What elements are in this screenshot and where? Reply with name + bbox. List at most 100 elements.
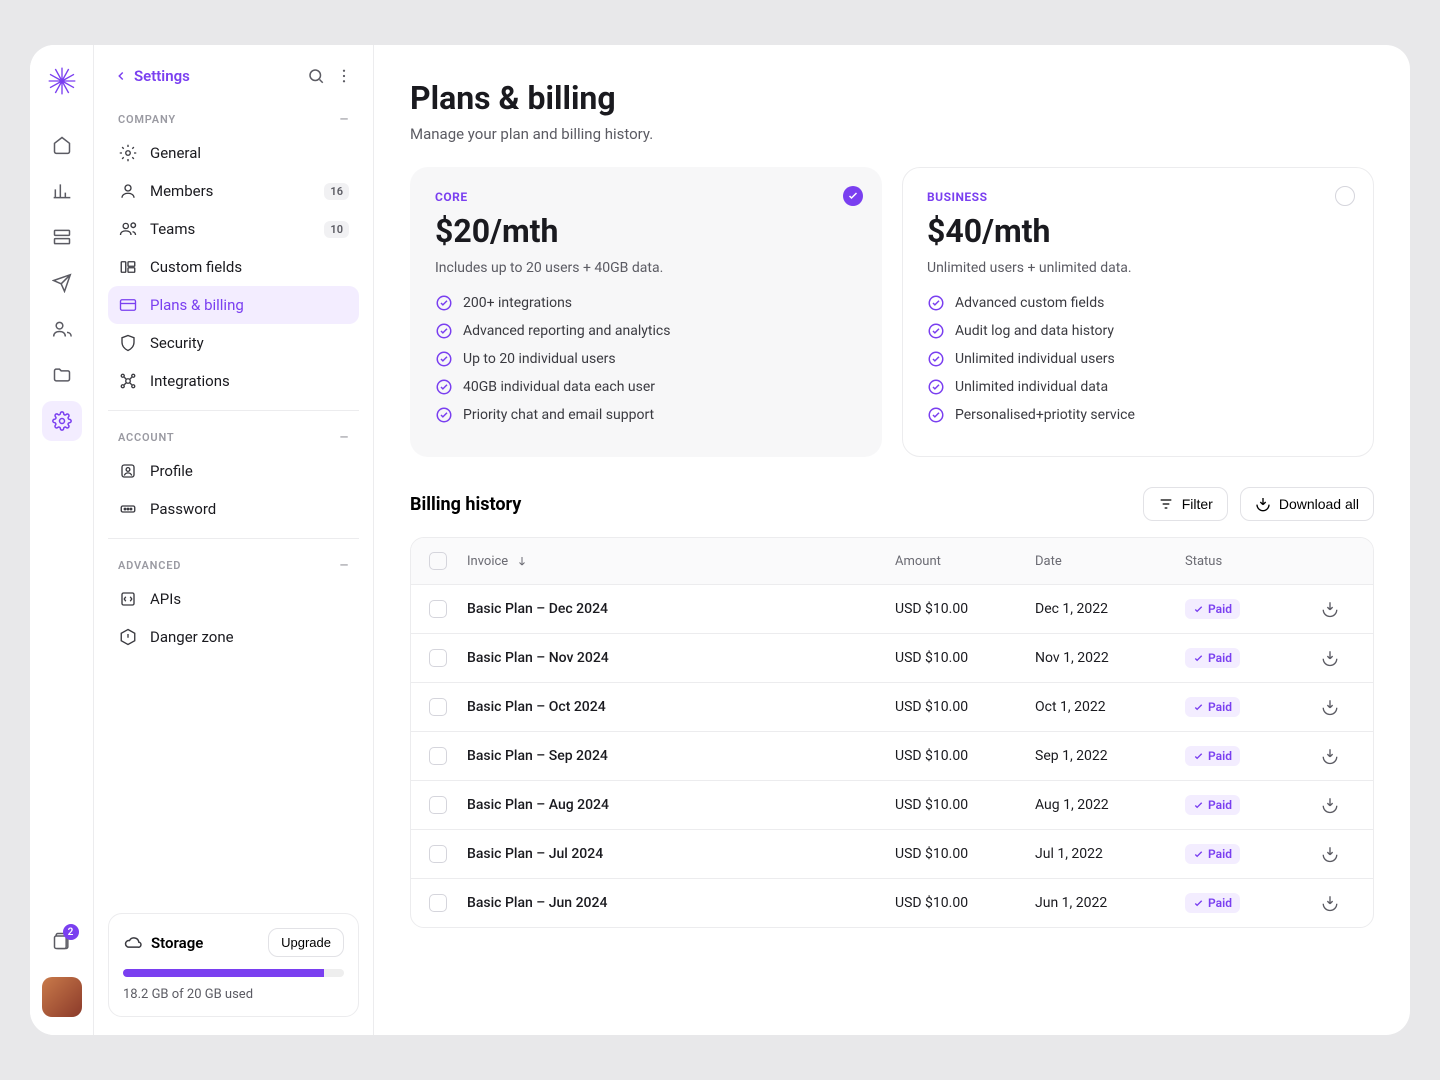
fields-icon <box>118 257 138 277</box>
invoice-name: Basic Plan – Jul 2024 <box>467 846 895 862</box>
select-all-checkbox[interactable] <box>429 552 447 570</box>
invoice-date: Sep 1, 2022 <box>1035 748 1185 764</box>
page-title: Plans & billing <box>410 79 1374 117</box>
table-row: Basic Plan – Jun 2024USD $10.00Jun 1, 20… <box>411 879 1373 927</box>
invoice-date: Oct 1, 2022 <box>1035 699 1185 715</box>
nav-plans-billing[interactable]: Plans & billing <box>108 286 359 324</box>
section-advanced[interactable]: ADVANCED — <box>108 549 359 580</box>
search-icon[interactable] <box>307 67 325 85</box>
status-badge: Paid <box>1185 844 1240 864</box>
nav-general[interactable]: General <box>108 134 359 172</box>
status-badge: Paid <box>1185 648 1240 668</box>
status-badge: Paid <box>1185 599 1240 619</box>
invoice-name: Basic Plan – Sep 2024 <box>467 748 895 764</box>
rail-home[interactable] <box>42 125 82 165</box>
rail-settings[interactable] <box>42 401 82 441</box>
plan-feature: Unlimited individual users <box>927 350 1349 368</box>
check-circle-icon <box>435 378 453 396</box>
collapse-icon: — <box>340 431 349 444</box>
download-row-icon[interactable] <box>1321 796 1339 814</box>
nav-integrations[interactable]: Integrations <box>108 362 359 400</box>
rail-users[interactable] <box>42 309 82 349</box>
row-checkbox[interactable] <box>429 747 447 765</box>
invoice-name: Basic Plan – Nov 2024 <box>467 650 895 666</box>
invoice-amount: USD $10.00 <box>895 650 1035 666</box>
download-all-button[interactable]: Download all <box>1240 487 1374 521</box>
plan-feature: Personalised+priotity service <box>927 406 1349 424</box>
filter-button[interactable]: Filter <box>1143 487 1228 521</box>
upgrade-button[interactable]: Upgrade <box>268 928 344 957</box>
invoice-amount: USD $10.00 <box>895 699 1035 715</box>
download-row-icon[interactable] <box>1321 845 1339 863</box>
nav-profile[interactable]: Profile <box>108 452 359 490</box>
invoice-amount: USD $10.00 <box>895 797 1035 813</box>
users-icon <box>118 219 138 239</box>
rail-analytics[interactable] <box>42 171 82 211</box>
shield-icon <box>118 333 138 353</box>
nav-custom-fields[interactable]: Custom fields <box>108 248 359 286</box>
table-row: Basic Plan – Aug 2024USD $10.00Aug 1, 20… <box>411 781 1373 830</box>
avatar[interactable] <box>42 977 82 1017</box>
rail-server[interactable] <box>42 217 82 257</box>
main-content: Plans & billing Manage your plan and bil… <box>374 45 1410 1035</box>
download-row-icon[interactable] <box>1321 894 1339 912</box>
invoice-amount: USD $10.00 <box>895 895 1035 911</box>
status-badge: Paid <box>1185 746 1240 766</box>
plan-business[interactable]: BUSINESS $40/mth Unlimited users + unlim… <box>902 167 1374 457</box>
status-badge: Paid <box>1185 697 1240 717</box>
section-account[interactable]: ACCOUNT — <box>108 421 359 452</box>
nav-rail: 2 <box>30 45 94 1035</box>
rail-folder[interactable] <box>42 355 82 395</box>
table-row: Basic Plan – Nov 2024USD $10.00Nov 1, 20… <box>411 634 1373 683</box>
more-icon[interactable] <box>335 67 353 85</box>
check-circle-icon <box>927 406 945 424</box>
plan-radio-selected-icon <box>843 186 863 206</box>
check-circle-icon <box>927 322 945 340</box>
invoice-name: Basic Plan – Dec 2024 <box>467 601 895 617</box>
col-date[interactable]: Date <box>1035 554 1185 569</box>
check-circle-icon <box>435 350 453 368</box>
status-badge: Paid <box>1185 795 1240 815</box>
download-row-icon[interactable] <box>1321 649 1339 667</box>
filter-icon <box>1158 496 1174 512</box>
row-checkbox[interactable] <box>429 894 447 912</box>
back-to-settings[interactable]: Settings <box>114 67 190 85</box>
col-status[interactable]: Status <box>1185 554 1305 569</box>
rail-notifications[interactable]: 2 <box>42 921 82 961</box>
col-invoice[interactable]: Invoice <box>467 554 508 569</box>
rail-send[interactable] <box>42 263 82 303</box>
check-circle-icon <box>435 322 453 340</box>
col-amount[interactable]: Amount <box>895 554 1035 569</box>
nav-members[interactable]: Members16 <box>108 172 359 210</box>
billing-table: Invoice Amount Date Status Basic Plan – … <box>410 537 1374 928</box>
check-circle-icon <box>435 406 453 424</box>
row-checkbox[interactable] <box>429 649 447 667</box>
api-icon <box>118 589 138 609</box>
check-circle-icon <box>435 294 453 312</box>
invoice-date: Aug 1, 2022 <box>1035 797 1185 813</box>
nav-danger-zone[interactable]: Danger zone <box>108 618 359 656</box>
user-icon <box>118 181 138 201</box>
download-row-icon[interactable] <box>1321 747 1339 765</box>
row-checkbox[interactable] <box>429 796 447 814</box>
row-checkbox[interactable] <box>429 600 447 618</box>
warning-icon <box>118 627 138 647</box>
download-row-icon[interactable] <box>1321 698 1339 716</box>
nav-password[interactable]: Password <box>108 490 359 528</box>
table-row: Basic Plan – Oct 2024USD $10.00Oct 1, 20… <box>411 683 1373 732</box>
storage-card: Storage Upgrade 18.2 GB of 20 GB used <box>108 913 359 1017</box>
invoice-name: Basic Plan – Jun 2024 <box>467 895 895 911</box>
collapse-icon: — <box>340 113 349 126</box>
plan-core[interactable]: CORE $20/mth Includes up to 20 users + 4… <box>410 167 882 457</box>
invoice-name: Basic Plan – Oct 2024 <box>467 699 895 715</box>
plan-feature: 40GB individual data each user <box>435 378 857 396</box>
nav-teams[interactable]: Teams10 <box>108 210 359 248</box>
row-checkbox[interactable] <box>429 845 447 863</box>
nav-security[interactable]: Security <box>108 324 359 362</box>
gear-icon <box>118 143 138 163</box>
section-company[interactable]: COMPANY — <box>108 103 359 134</box>
row-checkbox[interactable] <box>429 698 447 716</box>
invoice-amount: USD $10.00 <box>895 748 1035 764</box>
download-row-icon[interactable] <box>1321 600 1339 618</box>
nav-apis[interactable]: APIs <box>108 580 359 618</box>
